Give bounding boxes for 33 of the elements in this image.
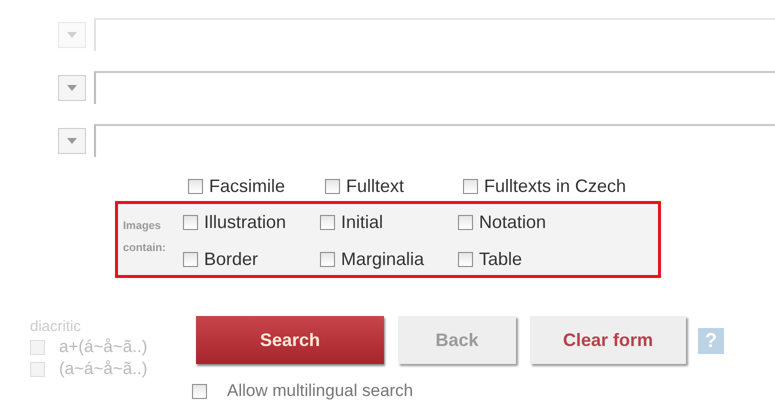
search-button[interactable]: Search	[196, 316, 384, 364]
input-field[interactable]	[94, 71, 775, 104]
checkbox-label: (a~á~å~ã..)	[59, 359, 148, 379]
checkbox-label: Notation	[479, 212, 546, 232]
checkbox-label: Facsimile	[209, 176, 286, 196]
form-button[interactable]: Clear form	[530, 316, 686, 364]
checkbox[interactable]	[320, 214, 335, 230]
checkbox[interactable]	[463, 178, 478, 194]
checkbox[interactable]	[458, 214, 473, 230]
input-field[interactable]	[94, 18, 775, 51]
checkbox-label: a+(á~å~ã..)	[59, 337, 148, 357]
caret-icon	[67, 138, 77, 144]
checkbox-label: Initial	[341, 212, 384, 232]
dropdown-button[interactable]	[58, 74, 86, 100]
checkbox[interactable]	[320, 252, 335, 266]
checkbox[interactable]	[325, 178, 340, 194]
images-label: Images contain:	[123, 219, 167, 256]
input-field[interactable]	[94, 124, 775, 157]
checkbox[interactable]	[183, 214, 198, 230]
checkbox[interactable]	[188, 178, 203, 194]
dropdown-button[interactable]	[58, 128, 86, 154]
checkbox-label: Fulltexts in Czech	[484, 176, 626, 196]
checkbox-label: Border	[204, 248, 258, 270]
checkbox-label: Illustration	[204, 212, 286, 232]
checkbox[interactable]	[192, 384, 207, 398]
checkbox-label: Fulltext	[346, 176, 404, 196]
checkbox[interactable]	[183, 252, 198, 266]
checkbox-label: Marginalia	[341, 248, 424, 270]
checkbox-label: Allow multilingual search	[227, 381, 414, 401]
caret-icon	[67, 84, 77, 90]
checkbox[interactable]	[458, 252, 473, 266]
checkbox-label: Table	[479, 248, 522, 270]
caret-icon	[67, 32, 77, 38]
